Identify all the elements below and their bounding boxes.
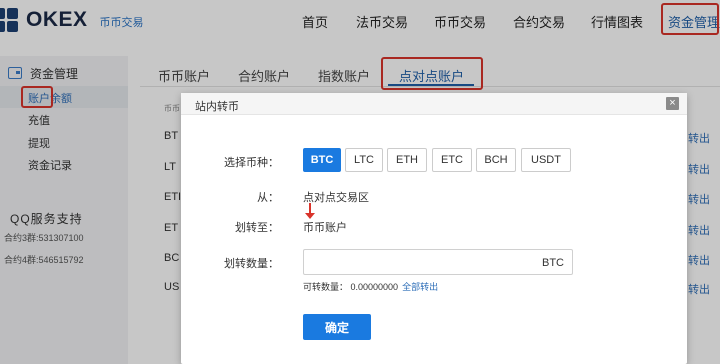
confirm-button[interactable]: 确定 bbox=[303, 314, 371, 340]
to-value: 币币账户 bbox=[303, 222, 347, 234]
amount-unit: BTC bbox=[542, 257, 564, 269]
currency-option-btc[interactable]: BTC bbox=[303, 148, 341, 172]
down-arrow-icon bbox=[305, 203, 315, 219]
amount-input[interactable]: BTC bbox=[303, 249, 573, 275]
transfer-modal: 站内转币 × 选择币种： BTC LTC ETH ETC BCH USDT 从：… bbox=[181, 93, 687, 364]
currency-option-bch[interactable]: BCH bbox=[476, 148, 516, 172]
from-label: 从： bbox=[257, 192, 279, 204]
currency-option-ltc[interactable]: LTC bbox=[345, 148, 383, 172]
currency-option-etc[interactable]: ETC bbox=[432, 148, 472, 172]
transfer-all-link[interactable]: 全部转出 bbox=[402, 282, 438, 292]
close-icon[interactable]: × bbox=[666, 97, 679, 110]
modal-title: 站内转币 bbox=[195, 101, 239, 113]
available-amount-text: 可转数量： 0.00000000 bbox=[303, 282, 399, 292]
modal-header: 站内转币 × bbox=[181, 93, 687, 115]
currency-option-eth[interactable]: ETH bbox=[387, 148, 427, 172]
to-label: 划转至： bbox=[235, 222, 279, 234]
amount-label: 划转数量： bbox=[224, 258, 279, 270]
available-amount: 可转数量： 0.00000000 全部转出 bbox=[303, 280, 438, 293]
currency-label: 选择币种： bbox=[224, 157, 279, 169]
currency-option-usdt[interactable]: USDT bbox=[521, 148, 571, 172]
